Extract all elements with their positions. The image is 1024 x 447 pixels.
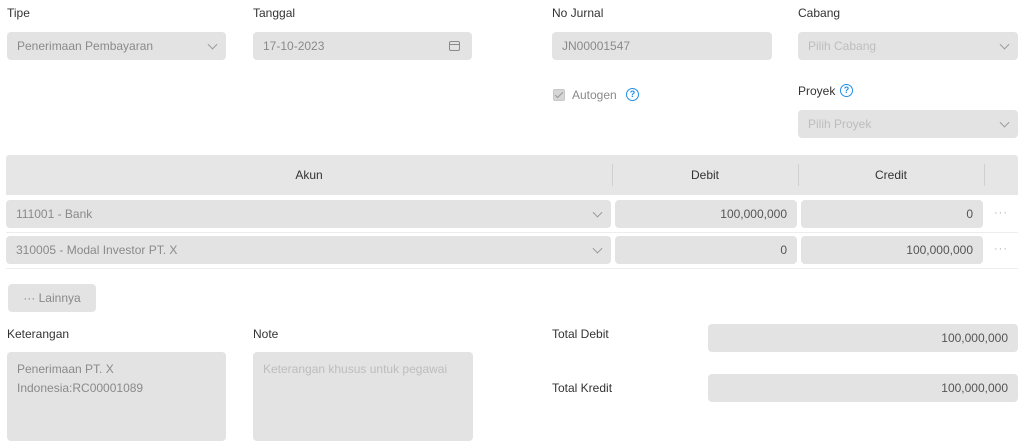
row2-credit-value: 100,000,000: [906, 243, 973, 257]
note-placeholder: Keterangan khusus untuk pegawai: [263, 362, 448, 376]
calendar-icon: [449, 41, 460, 51]
no-jurnal-value: JN00001547: [562, 39, 631, 53]
proyek-help-icon[interactable]: ?: [840, 84, 853, 97]
row2-more-icon[interactable]: ···: [994, 243, 1008, 255]
row1-debit-input[interactable]: 100,000,000: [615, 200, 797, 228]
tipe-label: Tipe: [7, 6, 30, 20]
row1-akun-value: 111001 - Bank: [16, 207, 93, 221]
total-debit-value: 100,000,000: [941, 331, 1008, 345]
total-kredit-label: Total Kredit: [552, 381, 613, 395]
keterangan-label: Keterangan: [7, 327, 70, 341]
chevron-down-icon: [592, 243, 603, 254]
row1-debit-value: 100,000,000: [720, 207, 787, 221]
cabang-placeholder: Pilih Cabang: [808, 39, 877, 53]
row2-akun-value: 310005 - Modal Investor PT. X: [16, 243, 178, 257]
proyek-select[interactable]: Pilih Proyek: [798, 110, 1018, 138]
tipe-value: Penerimaan Pembayaran: [17, 39, 154, 53]
row1-akun-select[interactable]: 111001 - Bank: [6, 200, 611, 228]
total-debit-field: 100,000,000: [708, 324, 1018, 352]
tipe-select[interactable]: Penerimaan Pembayaran: [7, 32, 226, 60]
row-divider: [6, 232, 1018, 233]
note-label: Note: [253, 327, 279, 341]
row2-debit-value: 0: [780, 243, 787, 257]
total-kredit-field: 100,000,000: [708, 374, 1018, 402]
chevron-down-icon: [999, 39, 1010, 50]
keterangan-line-2: Indonesia:RC00001089: [17, 381, 144, 395]
no-jurnal-input[interactable]: JN00001547: [552, 32, 772, 60]
keterangan-textarea[interactable]: Penerimaan PT. X Indonesia:RC00001089: [7, 352, 226, 441]
chevron-down-icon: [207, 39, 218, 50]
chevron-down-icon: [592, 207, 603, 218]
row-divider: [6, 268, 1018, 269]
row2-akun-select[interactable]: 310005 - Modal Investor PT. X: [6, 236, 611, 264]
tanggal-label: Tanggal: [253, 6, 296, 20]
row1-credit-input[interactable]: 0: [801, 200, 983, 228]
row1-more-icon[interactable]: ···: [994, 207, 1008, 219]
note-textarea[interactable]: Keterangan khusus untuk pegawai: [253, 352, 473, 441]
cabang-label: Cabang: [798, 6, 841, 20]
no-jurnal-label: No Jurnal: [552, 6, 604, 20]
autogen-checkbox[interactable]: [553, 89, 565, 101]
row1-credit-value: 0: [966, 207, 973, 221]
row2-debit-input[interactable]: 0: [615, 236, 797, 264]
column-divider: [984, 164, 985, 186]
table-header: Akun Debit Credit: [6, 155, 1018, 195]
autogen-label: Autogen: [572, 88, 617, 102]
row2-credit-input[interactable]: 100,000,000: [801, 236, 983, 264]
lainnya-button[interactable]: ··· Lainnya: [8, 284, 96, 312]
column-credit: Credit: [874, 168, 907, 182]
column-akun: Akun: [295, 168, 323, 182]
total-kredit-value: 100,000,000: [941, 381, 1008, 395]
column-debit: Debit: [690, 168, 719, 182]
tanggal-datepicker[interactable]: 17-10-2023: [253, 32, 472, 60]
cabang-select[interactable]: Pilih Cabang: [798, 32, 1018, 60]
autogen-help-icon[interactable]: ?: [626, 88, 639, 101]
proyek-label: Proyek: [798, 84, 836, 98]
chevron-down-icon: [999, 117, 1010, 128]
proyek-placeholder: Pilih Proyek: [808, 117, 872, 131]
total-debit-label: Total Debit: [552, 327, 609, 341]
keterangan-line-1: Penerimaan PT. X: [17, 362, 114, 376]
tanggal-value: 17-10-2023: [263, 39, 325, 53]
